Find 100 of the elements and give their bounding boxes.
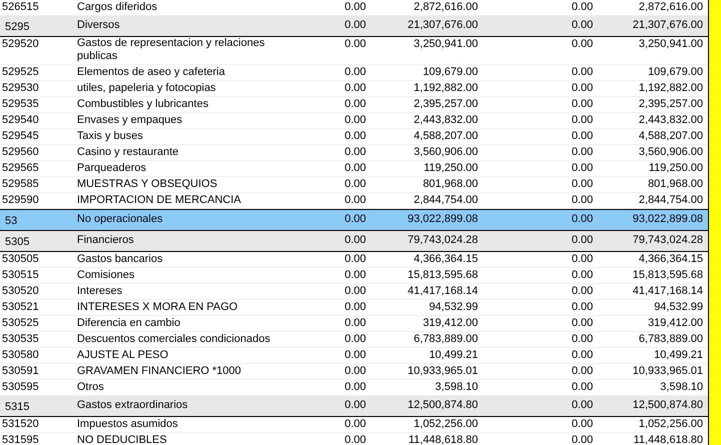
table-row[interactable]: 530520 Intereses 0.00 41,417,168.14 0.00 41,417,168.14 [0, 284, 708, 300]
table-cell: 0.00 [344, 1, 366, 13]
table-cell: 530591 [2, 365, 39, 377]
table-cell: 0.00 [572, 130, 593, 142]
table-cell: 0.00 [572, 399, 593, 411]
table-cell: 2,395,257.00 [638, 98, 703, 110]
table-cell: 11,448,618.80 [633, 434, 703, 445]
table-cell: 801,968.00 [648, 178, 703, 190]
table-row[interactable]: 530521 INTERESES X MORA EN PAGO 0.00 94,532.99 0.00 94,532.99 [0, 300, 708, 316]
table-cell: 530580 [2, 349, 39, 361]
table-cell: 0.00 [344, 194, 366, 206]
table-row[interactable]: 530535 Descuentos comerciales condicionados 0.00 6,783,889.00 0.00 6,783,889.00 [0, 332, 708, 348]
table-cell: INTERESES X MORA EN PAGO [77, 301, 238, 314]
table-cell: 2,844,754.00 [414, 194, 478, 206]
group-row[interactable]: 5295 Diversos 0.00 21,307,676.00 0.00 21,307,676.00 [0, 16, 708, 37]
table-cell: 0.00 [344, 301, 366, 313]
table-cell: 2,443,832.00 [414, 114, 478, 126]
table-cell: 0.00 [572, 333, 593, 345]
table-cell: 0.00 [344, 162, 366, 174]
table-cell: 0.00 [344, 213, 366, 225]
table-cell: 11,448,618.80 [408, 434, 478, 445]
table-cell: 530535 [2, 333, 39, 345]
table-cell: 3,560,906.00 [414, 146, 478, 158]
table-row[interactable]: 529585 MUESTRAS Y OBSEQUIOS 0.00 801,968.00 0.00 801,968.00 [0, 177, 708, 193]
table-cell: Cargos diferidos [77, 1, 158, 14]
table-cell: 531595 [2, 434, 39, 445]
table-row[interactable]: 529545 Taxis y buses 0.00 4,588,207.00 0.00 4,588,207.00 [0, 129, 708, 145]
table-cell: 0.00 [572, 66, 593, 78]
table-cell: 119,250.00 [648, 162, 703, 174]
table-cell: 0.00 [344, 146, 366, 158]
group-row[interactable]: 5315 Gastos extraordinarios 0.00 12,500,874.80 0.00 12,500,874.80 [0, 396, 708, 417]
table-cell: 94,532.99 [429, 301, 478, 313]
table-cell: 0.00 [572, 114, 593, 126]
table-cell: 529590 [2, 194, 39, 206]
table-cell: 0.00 [344, 418, 366, 430]
table-cell: Elementos de aseo y cafeteria [77, 66, 225, 79]
table-cell: 93,022,899.08 [408, 213, 478, 225]
table-cell: AJUSTE AL PESO [77, 349, 168, 362]
table-cell: NO DEDUCIBLES [77, 434, 167, 445]
table-cell: 2,443,832.00 [638, 114, 703, 126]
table-cell: 53 [5, 215, 18, 227]
table-cell: 3,560,906.00 [638, 146, 703, 158]
table-cell: 0.00 [344, 19, 366, 31]
table-row[interactable]: 529530 utiles, papeleria y fotocopias 0.00 1,192,882.00 0.00 1,192,882.00 [0, 81, 708, 97]
table-row[interactable]: 529560 Casino y restaurante 0.00 3,560,906.00 0.00 3,560,906.00 [0, 145, 708, 161]
table-row[interactable]: 530580 AJUSTE AL PESO 0.00 10,499.21 0.00 10,499.21 [0, 348, 708, 364]
table-cell: 3,598.10 [435, 381, 478, 393]
table-cell: GRAVAMEN FINANCIERO *1000 [77, 365, 242, 378]
table-cell: 0.00 [572, 269, 593, 281]
table-cell: 0.00 [344, 66, 366, 78]
table-cell: 6,783,889.00 [414, 333, 478, 345]
table-cell: 2,395,257.00 [414, 98, 478, 110]
table-cell: 526515 [2, 1, 39, 13]
table-row[interactable]: 529520 Gastos de representacion y relaciones publicas 0.00 3,250,941.00 0.00 3,250,941.00 [0, 37, 708, 65]
table-row[interactable]: 530591 GRAVAMEN FINANCIERO *1000 0.00 10,933,965.01 0.00 10,933,965.01 [0, 364, 708, 380]
table-cell: 0.00 [344, 98, 366, 110]
table-cell: 2,872,616.00 [638, 1, 703, 13]
table-cell: 0.00 [572, 418, 593, 430]
table-cell: 0.00 [572, 349, 593, 361]
table-cell: utiles, papeleria y fotocopias [77, 82, 216, 95]
table-cell: Intereses [77, 285, 122, 298]
table-cell: 4,588,207.00 [638, 130, 703, 142]
table-cell: 1,192,882.00 [414, 82, 478, 94]
table-cell: 530521 [2, 301, 39, 313]
table-cell: Descuentos comerciales condicionados [77, 333, 270, 346]
table-cell: 529530 [2, 82, 39, 94]
table-row[interactable]: 529525 Elementos de aseo y cafeteria 0.00 109,679.00 0.00 109,679.00 [0, 65, 708, 81]
table-row[interactable]: 529540 Envases y empaques 0.00 2,443,832.00 0.00 2,443,832.00 [0, 113, 708, 129]
table-cell: 0.00 [344, 253, 366, 265]
table-row[interactable]: 529565 Parqueaderos 0.00 119,250.00 0.00 119,250.00 [0, 161, 708, 177]
table-cell: 109,679.00 [422, 66, 478, 78]
table-cell: 0.00 [572, 38, 593, 50]
table-cell: 5295 [5, 21, 30, 33]
table-cell: 0.00 [344, 269, 366, 281]
table-cell: 12,500,874.80 [408, 399, 478, 411]
table-row[interactable]: 530525 Diferencia en cambio 0.00 319,412.00 0.00 319,412.00 [0, 316, 708, 332]
table-cell: 530515 [2, 269, 39, 281]
table-row[interactable]: 529535 Combustibles y lubricantes 0.00 2,395,257.00 0.00 2,395,257.00 [0, 97, 708, 113]
group-row[interactable]: 5305 Financieros 0.00 79,743,024.28 0.00 79,743,024.28 [0, 231, 708, 252]
table-cell: 41,417,168.14 [408, 285, 478, 297]
table-cell: 0.00 [572, 317, 593, 329]
table-cell: 0.00 [344, 434, 366, 445]
table-cell: 529535 [2, 98, 39, 110]
table-cell: 0.00 [344, 365, 366, 377]
table-cell: 2,872,616.00 [414, 1, 478, 13]
table-cell: 531520 [2, 418, 39, 430]
selected-row[interactable]: 53 No operacionales 0.00 93,022,899.08 0.00 93,022,899.08 [0, 209, 708, 231]
table-cell: 0.00 [344, 82, 366, 94]
table-cell: 529525 [2, 66, 39, 78]
table-row[interactable]: 530515 Comisiones 0.00 15,813,595.68 0.00 15,813,595.68 [0, 268, 708, 284]
table-cell: 15,813,595.68 [408, 269, 478, 281]
table-cell: 0.00 [344, 317, 366, 329]
table-cell: 529545 [2, 130, 39, 142]
table-row[interactable]: 531520 Impuestos asumidos 0.00 1,052,256.00 0.00 1,052,256.00 [0, 417, 708, 433]
table-cell: Taxis y buses [77, 130, 144, 143]
table-row[interactable]: 530505 Gastos bancarios 0.00 4,366,364.15 0.00 4,366,364.15 [0, 252, 708, 268]
table-cell: 530525 [2, 317, 39, 329]
table-cell: 4,366,364.15 [414, 253, 478, 265]
table-cell: 0.00 [344, 381, 366, 393]
table-cell: 93,022,899.08 [632, 213, 703, 225]
